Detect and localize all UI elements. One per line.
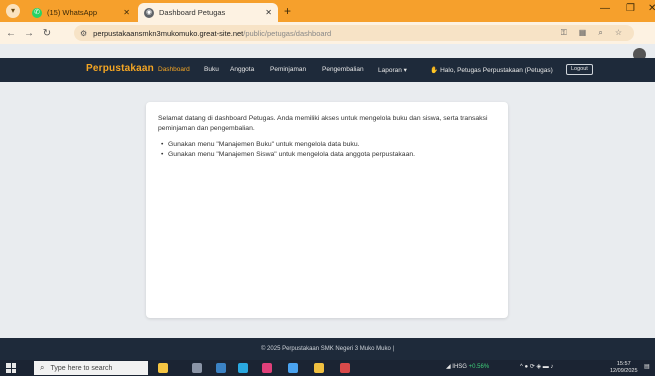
browser-tab-strip: ▾ ✆ (15) WhatsApp ✕ ◉ Dashboard Petugas …: [0, 0, 655, 22]
list-item: Gunakan menu "Manajemen Buku" untuk meng…: [161, 140, 496, 150]
ticker-change: +0.56%: [468, 364, 490, 370]
ticker-name: IHSG: [452, 364, 467, 370]
maximize-icon[interactable]: ❐: [626, 3, 635, 14]
nav-pengembalian[interactable]: Pengembalian: [322, 66, 364, 73]
tab-title: Dashboard Petugas: [159, 8, 226, 17]
browser-toolbar: ← → ↻ ⚙ perpustakaansmkn3mukomuko.great-…: [0, 22, 655, 61]
tab-whatsapp[interactable]: ✆ (15) WhatsApp ✕: [26, 3, 136, 22]
greeting-text: Halo, Petugas Perpustakaan (Petugas): [440, 67, 553, 74]
windows-start-icon[interactable]: [6, 363, 16, 373]
page-footer: © 2025 Perpustakaan SMK Negeri 3 Muko Mu…: [0, 338, 655, 360]
address-bar[interactable]: ⚙ perpustakaansmkn3mukomuko.great-site.n…: [74, 25, 634, 41]
nav-peminjaman[interactable]: Peminjaman: [270, 66, 306, 73]
tab-title: (15) WhatsApp: [47, 8, 98, 17]
task-view-icon[interactable]: [192, 363, 202, 373]
nav-anggota[interactable]: Anggota: [230, 66, 254, 73]
user-greeting: ✋ Halo, Petugas Perpustakaan (Petugas): [430, 66, 553, 74]
taskbar-search-input[interactable]: ⌕ Type here to search: [34, 361, 148, 375]
app-navbar: Perpustakaan Dashboard Buku Anggota Pemi…: [0, 58, 655, 82]
stock-ticker[interactable]: ◢ IHSG +0.56%: [446, 363, 489, 370]
dashboard-card: Selamat datang di dashboard Petugas. And…: [146, 102, 508, 318]
translate-icon[interactable]: ▦: [579, 25, 587, 41]
instruction-list: Gunakan menu "Manajemen Buku" untuk meng…: [158, 140, 496, 160]
taskbar-clock[interactable]: 15:57 12/09/2025: [610, 361, 638, 375]
forward-icon[interactable]: →: [22, 28, 36, 39]
whatsapp-icon: ✆: [32, 7, 42, 18]
logout-button[interactable]: Logout: [566, 64, 593, 75]
nav-buku[interactable]: Buku: [204, 66, 219, 73]
url-path: /public/petugas/dashboard: [243, 28, 332, 38]
new-tab-button[interactable]: +: [284, 4, 291, 18]
reload-icon[interactable]: ↻: [40, 28, 54, 39]
welcome-text: Selamat datang di dashboard Petugas. And…: [158, 115, 488, 132]
search-placeholder: Type here to search: [50, 364, 113, 372]
windows-taskbar: ⌕ Type here to search ◢ IHSG +0.56% ^ ● …: [0, 360, 655, 376]
tab-search-icon[interactable]: ▾: [6, 4, 20, 18]
weather-icon[interactable]: [158, 363, 168, 373]
edge-icon[interactable]: [216, 363, 226, 373]
zoom-icon[interactable]: ⌕: [598, 25, 602, 41]
search-icon: ⌕: [40, 363, 45, 372]
back-icon[interactable]: ←: [4, 28, 18, 39]
chart-up-icon: ◢: [446, 364, 451, 370]
vscode-icon[interactable]: [288, 363, 298, 373]
app-icon[interactable]: [340, 363, 350, 373]
notification-icon[interactable]: ▤: [644, 363, 650, 370]
url-host: perpustakaansmkn3mukomuko.great-site.net: [93, 28, 244, 38]
file-explorer-icon[interactable]: [314, 363, 324, 373]
password-key-icon[interactable]: ⚿: [561, 25, 567, 41]
nav-laporan-dropdown[interactable]: Laporan ▾: [378, 66, 407, 74]
clock-time: 15:57: [616, 361, 631, 367]
close-tab-icon[interactable]: ✕: [265, 8, 272, 17]
app-icon[interactable]: [262, 363, 272, 373]
system-tray-icons[interactable]: ^ ● ⟳ ◈ ▬ ♪: [520, 363, 553, 370]
minimize-icon[interactable]: —: [600, 3, 610, 14]
globe-icon: ◉: [144, 7, 154, 18]
waving-hand-icon: ✋: [430, 67, 439, 74]
list-item: Gunakan menu "Manajemen Siswa" untuk men…: [161, 150, 496, 160]
site-info-icon[interactable]: ⚙: [80, 29, 87, 38]
nav-dashboard[interactable]: Dashboard: [158, 66, 190, 73]
clock-date: 12/09/2025: [610, 368, 638, 374]
brand-logo[interactable]: Perpustakaan: [86, 63, 154, 74]
close-window-icon[interactable]: ✕: [648, 3, 655, 14]
chrome-icon[interactable]: [238, 363, 248, 373]
tab-dashboard-petugas[interactable]: ◉ Dashboard Petugas ✕: [138, 3, 278, 22]
close-tab-icon[interactable]: ✕: [123, 8, 130, 17]
bookmark-star-icon[interactable]: ☆: [615, 25, 622, 41]
